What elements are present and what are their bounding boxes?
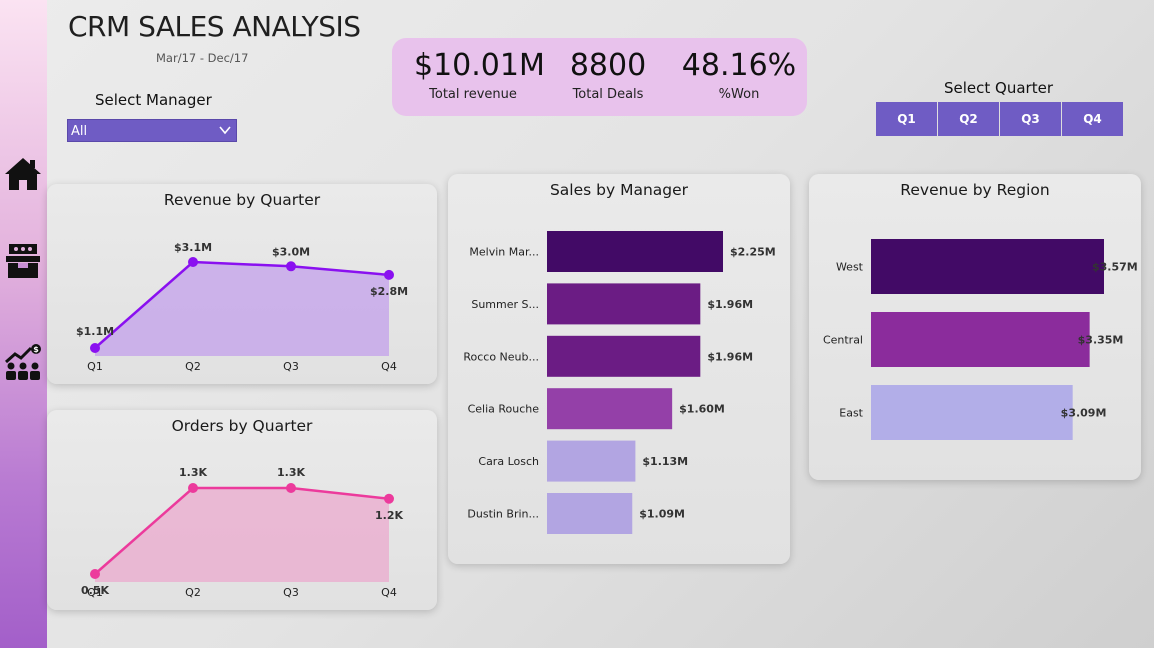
orders-by-quarter-card: Orders by Quarter 0.5K Q1 1.3K Q2 1.3K Q3 1.2K…	[47, 410, 437, 610]
sales-by-manager-chart: Melvin Mar... $2.25M Summer S... $1.96M Rocc…	[463, 231, 776, 534]
data-point	[90, 343, 100, 353]
manager-dropdown-value: All	[71, 124, 88, 139]
page-title: CRM SALES ANALYSIS	[68, 10, 361, 43]
manager-dropdown[interactable]: All	[67, 119, 237, 142]
home-icon[interactable]	[3, 154, 43, 194]
tick-label: Q1	[87, 360, 103, 373]
box-icon[interactable]	[3, 241, 43, 281]
date-range: Mar/17 - Dec/17	[156, 51, 249, 65]
bar	[547, 388, 673, 430]
quarter-button-q1[interactable]: Q1	[876, 102, 937, 136]
data-label: $3.1M	[174, 241, 212, 254]
data-point	[384, 269, 394, 280]
category-label: West	[836, 261, 864, 274]
category-label: East	[839, 407, 863, 420]
category-label: Summer S...	[471, 298, 539, 311]
data-point	[286, 261, 296, 272]
tick-label: Q2	[185, 586, 201, 599]
manager-filter-label: Select Manager	[95, 91, 212, 109]
bar	[547, 440, 636, 482]
data-label: $2.25M	[730, 246, 776, 259]
bar	[547, 231, 723, 272]
data-label: $2.8M	[370, 285, 408, 298]
category-label: Cara Losch	[478, 455, 539, 468]
data-point	[188, 257, 198, 267]
svg-text:$: $	[33, 345, 39, 354]
data-point	[286, 483, 296, 493]
data-label: $3.09M	[1061, 407, 1107, 420]
sidebar: $	[0, 0, 47, 648]
quarter-button-q3[interactable]: Q3	[1000, 102, 1061, 136]
kpi-won-percent: 48.16% %Won	[679, 48, 799, 102]
quarter-filter-label: Select Quarter	[944, 79, 1053, 97]
chevron-down-icon	[219, 126, 231, 135]
data-label: $1.96M	[707, 350, 753, 363]
bar	[547, 335, 701, 377]
kpi-value: $10.01M	[414, 48, 545, 83]
category-label: Melvin Mar...	[469, 246, 539, 259]
bar	[547, 283, 701, 325]
data-label: $1.13M	[642, 455, 688, 468]
sales-by-manager-card: Sales by Manager Melvin Mar... $2.25M Summ…	[448, 174, 790, 564]
tick-label: Q2	[185, 360, 201, 373]
kpi-value: 8800	[569, 48, 647, 83]
data-point	[188, 483, 198, 493]
data-label: 1.3K	[179, 466, 207, 479]
revenue-by-region-card: Revenue by Region West $3.57M Central $3.35…	[809, 174, 1141, 480]
category-label: Celia Rouche	[468, 403, 540, 416]
revenue-by-quarter-chart: $1.1M Q1 $3.1M Q2 $3.0M Q3 $2.8M Q4	[76, 241, 408, 373]
tick-label: Q4	[381, 360, 397, 373]
quarter-button-q2[interactable]: Q2	[938, 102, 999, 136]
kpi-label: Total revenue	[429, 87, 517, 102]
category-label: Dustin Brin...	[467, 508, 539, 521]
kpi-label: Total Deals	[572, 87, 644, 102]
tick-label: Q4	[381, 586, 397, 599]
bar	[871, 239, 1104, 294]
kpi-value: 48.16%	[681, 48, 797, 83]
data-label: 1.3K	[277, 466, 305, 479]
data-point	[90, 569, 100, 579]
data-label: $3.57M	[1092, 261, 1138, 274]
data-label: $1.1M	[76, 325, 114, 338]
data-point	[384, 493, 394, 504]
bar	[871, 312, 1090, 367]
revenue-by-quarter-card: Revenue by Quarter $1.1M Q1 $3.1M Q2 $3.0M Q3…	[47, 184, 437, 384]
data-label: $3.35M	[1078, 334, 1124, 347]
orders-by-quarter-chart: 0.5KQ11.3KQ21.3KQ31.2KQ4	[81, 466, 403, 599]
bar	[871, 385, 1073, 440]
revenue-by-region-chart: West $3.57M Central $3.35M East $3.09M	[823, 239, 1138, 440]
data-label: $3.0M	[272, 245, 310, 258]
kpi-label: %Won	[718, 87, 760, 102]
kpi-total-revenue: $10.01M Total revenue	[414, 48, 545, 102]
tick-label: Q1	[87, 586, 103, 599]
category-label: Central	[823, 334, 863, 347]
kpi-panel: $10.01M Total revenue 8800 Total Deals 4…	[392, 38, 807, 116]
data-label: $1.60M	[679, 403, 725, 416]
category-label: Rocco Neub...	[463, 350, 539, 363]
data-label: $1.96M	[707, 298, 753, 311]
quarter-button-q4[interactable]: Q4	[1062, 102, 1123, 136]
data-label: $1.09M	[639, 508, 685, 521]
tick-label: Q3	[283, 360, 299, 373]
kpi-total-deals: 8800 Total Deals	[552, 48, 664, 102]
bar	[547, 493, 633, 534]
data-label: 1.2K	[375, 509, 403, 522]
sales-team-icon[interactable]: $	[3, 342, 43, 382]
tick-label: Q3	[283, 586, 299, 599]
